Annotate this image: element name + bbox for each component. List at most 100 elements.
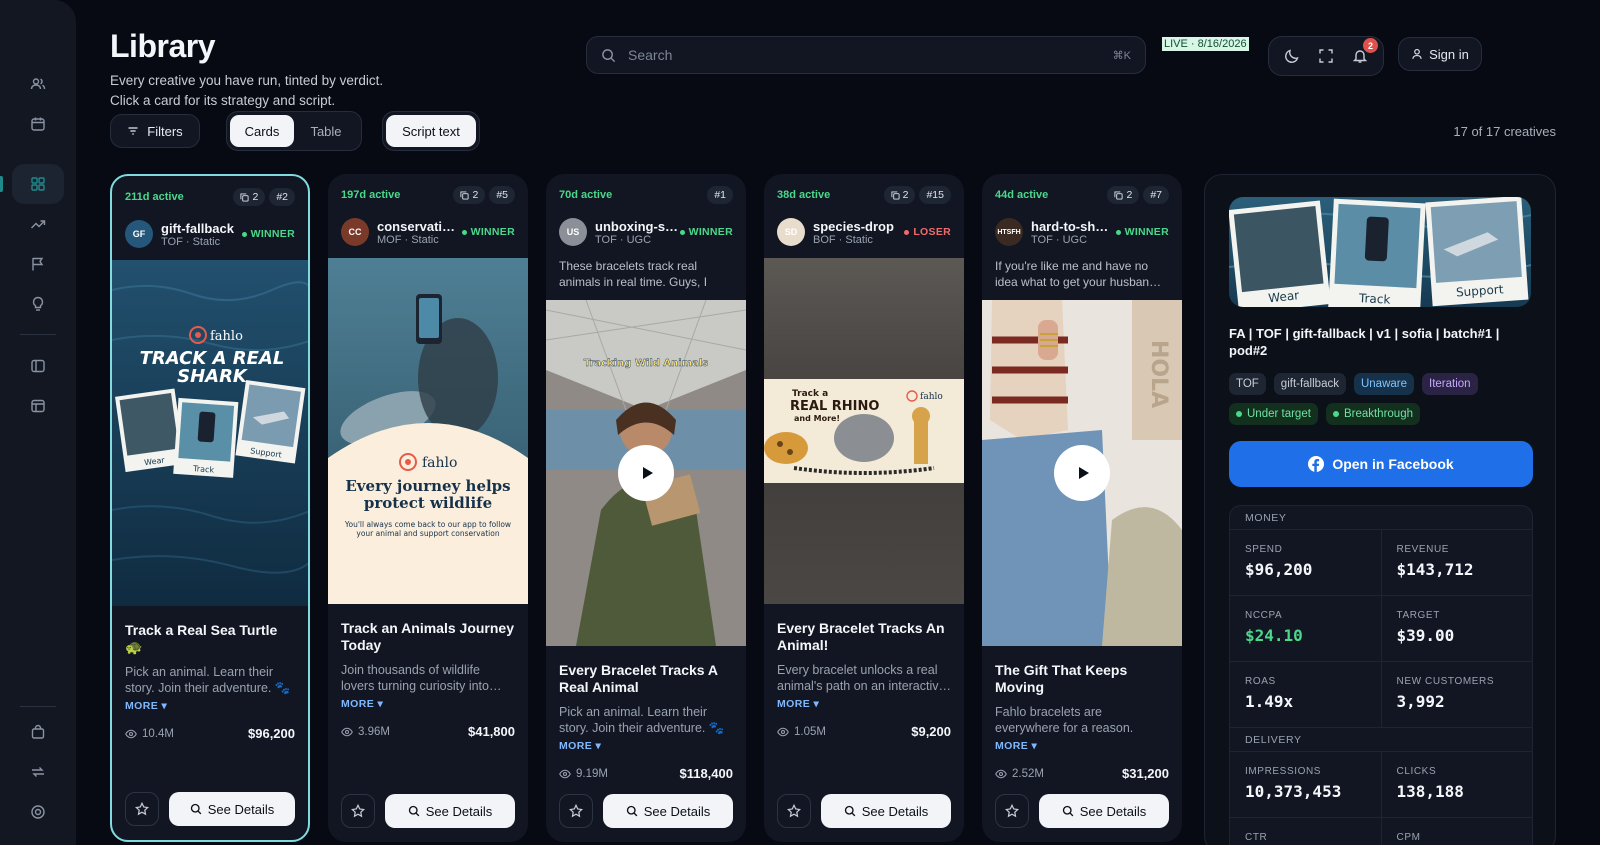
star-icon <box>569 804 583 818</box>
creative-card[interactable]: 70d active #1 US unboxing-s… TOF · UGC W… <box>546 174 746 842</box>
creative-full-name: FA | TOF | gift-fallback | v1 | sofia | … <box>1229 326 1500 358</box>
search-icon <box>408 805 420 817</box>
creative-thumbnail: Wear Track Support <box>1229 197 1531 307</box>
avatar: GF <box>125 220 153 248</box>
creative-video[interactable]: HOLA <box>982 300 1182 646</box>
view-cards-tab[interactable]: Cards <box>230 115 294 147</box>
layout-icon[interactable] <box>12 386 64 426</box>
panel-icon[interactable] <box>12 346 64 386</box>
open-in-facebook-button[interactable]: Open in Facebook <box>1229 441 1533 487</box>
more-link[interactable]: MORE ▾ <box>559 740 601 752</box>
play-icon <box>642 467 653 479</box>
svg-text:Tracking Wild Animals: Tracking Wild Animals <box>584 358 709 369</box>
eye-icon <box>341 727 353 736</box>
creative-card[interactable]: 197d active 2 #5 CC conservati… MOF · St… <box>328 174 528 842</box>
active-days: 70d active <box>559 189 613 201</box>
moon-icon[interactable] <box>1282 46 1302 66</box>
creative-video[interactable]: Tracking Wild Animals <box>546 300 746 646</box>
avatar: HTSFH <box>995 218 1023 246</box>
user-icon <box>1412 48 1422 59</box>
money-section-label: MONEY <box>1230 506 1532 530</box>
favorite-button[interactable] <box>125 792 159 826</box>
metric-revenue: REVENUE $143,712 <box>1380 530 1533 595</box>
bell-icon[interactable]: 2 <box>1350 38 1378 66</box>
view-table-tab[interactable]: Table <box>294 115 358 147</box>
filters-button[interactable]: Filters <box>110 114 200 148</box>
more-link[interactable]: MORE ▾ <box>125 700 167 712</box>
chevron-down-icon: ▾ <box>377 698 384 710</box>
search-input[interactable] <box>628 47 1113 63</box>
creative-card[interactable]: 211d active 2 #2 GF gift-fallback TOF · … <box>110 174 310 842</box>
favorite-button[interactable] <box>995 794 1029 828</box>
sidebar <box>0 0 76 845</box>
page-subtitle: Every creative you have run, tinted by v… <box>110 73 384 88</box>
creative-card[interactable]: 44d active 2 #7 HTSFH hard-to-sh… TOF · … <box>982 174 1182 842</box>
search-icon <box>626 805 638 817</box>
star-icon <box>135 802 149 816</box>
favorite-button[interactable] <box>341 794 375 828</box>
copy-icon <box>1114 190 1124 200</box>
metric-target: TARGET $39.00 <box>1380 596 1533 661</box>
active-days: 197d active <box>341 189 401 201</box>
bag-icon[interactable] <box>12 712 64 752</box>
metric-roas: ROAS 1.49x <box>1245 676 1294 711</box>
lightbulb-icon[interactable] <box>12 284 64 324</box>
play-button[interactable] <box>618 445 674 501</box>
verdict-badge: WINNER <box>679 226 733 238</box>
rank-chip: #15 <box>919 186 951 204</box>
spend-stat: $96,200 <box>248 726 295 741</box>
eye-icon <box>125 729 137 738</box>
see-details-button[interactable]: See Details <box>821 794 951 828</box>
rank-chip: #7 <box>1143 186 1169 204</box>
favorite-button[interactable] <box>777 794 811 828</box>
see-details-button[interactable]: See Details <box>603 794 733 828</box>
card-body: Fahlo bracelets are everywhere for a rea… <box>995 705 1134 735</box>
creative-card[interactable]: 38d active 2 #15 SD species-drop BOF · S… <box>764 174 964 842</box>
search-icon <box>1062 805 1074 817</box>
svg-text:fahlo: fahlo <box>422 455 457 471</box>
card-title: Every Bracelet Tracks A Real Animal <box>559 662 718 695</box>
flag-icon[interactable] <box>12 244 64 284</box>
metric-spend: SPEND $96,200 <box>1245 544 1313 579</box>
play-button[interactable] <box>1054 445 1110 501</box>
views-stat: 9.19M <box>559 768 608 780</box>
signin-label: Sign in <box>1429 46 1469 62</box>
trending-icon[interactable] <box>12 204 64 244</box>
calendar-icon[interactable] <box>12 104 64 144</box>
search-bar[interactable]: ⌘K <box>586 36 1146 74</box>
spend-stat: $118,400 <box>679 766 733 781</box>
sidebar-divider <box>20 334 56 335</box>
more-link[interactable]: MORE ▾ <box>995 740 1037 752</box>
users-icon[interactable] <box>12 64 64 104</box>
view-toggle: Cards Table <box>226 111 362 151</box>
repeat-icon[interactable] <box>12 752 64 792</box>
more-link[interactable]: MORE ▾ <box>777 698 819 710</box>
favorite-button[interactable] <box>559 794 593 828</box>
fullscreen-icon[interactable] <box>1316 46 1336 66</box>
more-link[interactable]: MORE ▾ <box>341 698 383 710</box>
eye-icon <box>995 769 1007 778</box>
creative-meta: MOF · Static <box>377 233 439 246</box>
type-tag: Iteration <box>1422 373 1478 395</box>
grid-icon[interactable] <box>12 164 64 204</box>
svg-text:HOLA: HOLA <box>1146 340 1171 408</box>
copy-icon <box>460 190 470 200</box>
signin-button[interactable]: Sign in <box>1398 37 1482 71</box>
copies-chip: 2 <box>883 186 916 204</box>
see-details-button[interactable]: See Details <box>385 794 515 828</box>
metric-new-customers: NEW CUSTOMERS 3,992 <box>1380 662 1533 727</box>
spend-stat: $31,200 <box>1122 766 1169 781</box>
target-icon[interactable] <box>12 792 64 832</box>
play-icon <box>1078 467 1089 479</box>
creative-count: 17 of 17 creatives <box>1453 124 1556 139</box>
creative-name: unboxing-s… <box>595 218 679 234</box>
active-days: 44d active <box>995 189 1049 201</box>
eye-icon <box>559 769 571 778</box>
status-tag-row: Under target Breakthrough <box>1229 403 1533 425</box>
see-details-button[interactable]: See Details <box>169 792 295 826</box>
search-icon <box>602 48 616 62</box>
script-text-button[interactable]: Script text <box>386 115 476 147</box>
avatar: SD <box>777 218 805 246</box>
metric-ctr: CTR <box>1245 832 1268 843</box>
see-details-button[interactable]: See Details <box>1039 794 1169 828</box>
